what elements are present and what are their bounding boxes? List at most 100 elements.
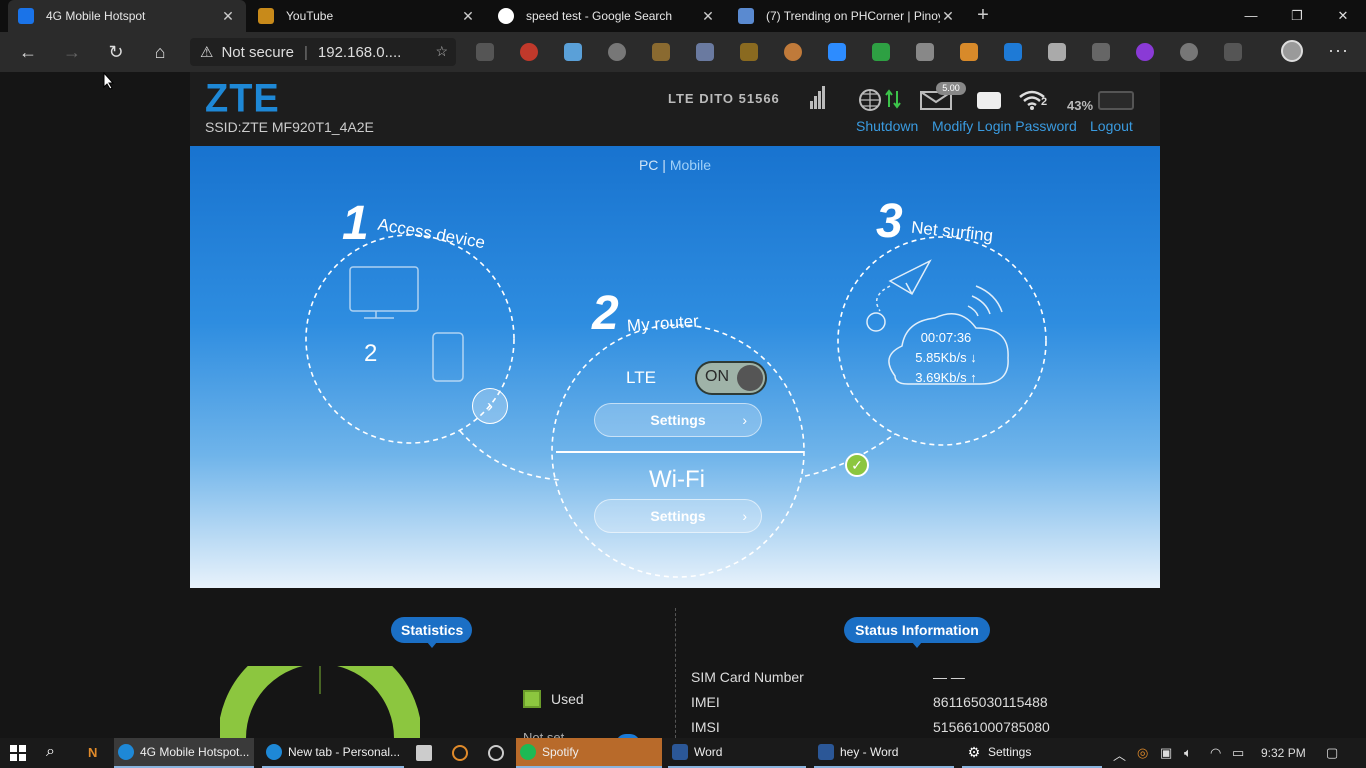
modify-login-password-link[interactable]: Modify Login Password bbox=[932, 118, 1077, 134]
taskbar-label: Spotify bbox=[542, 745, 579, 759]
tab-4g-mobile-hotspot[interactable]: 4G Mobile Hotspot ✕ bbox=[8, 0, 246, 32]
refresh-icon[interactable]: ↻ bbox=[104, 40, 128, 64]
shutdown-link[interactable]: Shutdown bbox=[856, 118, 918, 134]
tab-title: 4G Mobile Hotspot bbox=[46, 9, 146, 23]
taskbar-label: 4G Mobile Hotspot... bbox=[140, 745, 250, 759]
restore-icon[interactable]: ❐ bbox=[1274, 0, 1320, 32]
tab-title: (7) Trending on PHCorner | Pinoy bbox=[766, 9, 940, 23]
security-status: Not secure bbox=[221, 43, 294, 61]
owl-extension-icon[interactable] bbox=[608, 43, 626, 61]
profile-avatar[interactable] bbox=[1281, 40, 1303, 62]
close-window-icon[interactable]: ✕ bbox=[1320, 0, 1366, 32]
volume-icon[interactable]: 🔈︎ bbox=[1184, 745, 1192, 761]
taskbar-label: Settings bbox=[988, 745, 1032, 759]
taskbar-item-settings[interactable]: ⚙ Settings bbox=[962, 738, 1102, 768]
close-tab-icon[interactable]: ✕ bbox=[460, 8, 476, 25]
taskbar-item-word[interactable]: Word bbox=[668, 738, 806, 768]
taskbar-item-4g-mobile-hotspot[interactable]: 4G Mobile Hotspot... bbox=[114, 738, 254, 768]
step-net-surfing: 3 Net surfing bbox=[876, 194, 995, 249]
tab-speed-test[interactable]: speed test - Google Search ✕ bbox=[488, 0, 726, 32]
gear-extension-icon[interactable] bbox=[1180, 43, 1198, 61]
router-settings-button[interactable]: Settings › bbox=[594, 403, 762, 437]
imsi-value: 515661000785080 bbox=[933, 719, 1050, 735]
app-circle-icon[interactable] bbox=[452, 745, 468, 761]
used-legend-label: Used bbox=[551, 691, 584, 707]
save-extension-icon[interactable] bbox=[960, 43, 978, 61]
home-icon[interactable]: ⌂ bbox=[148, 40, 172, 64]
downloader-extension-icon[interactable] bbox=[1004, 43, 1022, 61]
tab-youtube[interactable]: YouTube ✕ bbox=[248, 0, 486, 32]
screen-icon[interactable]: ▣ bbox=[1160, 745, 1172, 761]
taskbar-item-new-tab[interactable]: New tab - Personal... bbox=[262, 738, 404, 768]
windows-start-icon[interactable] bbox=[10, 745, 26, 761]
wifi-client-count: 2 bbox=[1041, 96, 1048, 108]
cookie-extension-icon[interactable] bbox=[652, 43, 670, 61]
taskbar-label: Word bbox=[694, 745, 723, 759]
battery-tray-icon[interactable]: ▭ bbox=[1232, 745, 1244, 761]
tray-app-icon[interactable]: ◎ bbox=[1137, 745, 1148, 761]
taskbar-label: hey - Word bbox=[840, 745, 899, 759]
access-device-arrow-button[interactable]: › bbox=[472, 388, 508, 424]
windows-taskbar: ⌕ N 4G Mobile Hotspot... New tab - Perso… bbox=[0, 738, 1366, 768]
toggle-state: ON bbox=[705, 368, 729, 385]
toggle-knob bbox=[737, 365, 763, 391]
connected-time: 00:07:36 bbox=[920, 330, 972, 345]
logout-link[interactable]: Logout bbox=[1090, 118, 1133, 134]
mouse-cursor-icon bbox=[103, 72, 115, 90]
adblock-extension-icon[interactable] bbox=[520, 43, 538, 61]
step-my-router: 2 My router bbox=[592, 286, 699, 341]
step-title: Access device bbox=[376, 214, 487, 253]
screenshot-extension-icon[interactable] bbox=[564, 43, 582, 61]
wifi-settings-button[interactable]: Settings › bbox=[594, 499, 762, 533]
address-bar[interactable]: ⚠ Not secure | 192.168.0.... ☆ bbox=[190, 38, 456, 66]
notification-center-icon[interactable]: ▢ bbox=[1326, 745, 1338, 761]
puzzle-extension-icon[interactable] bbox=[696, 43, 714, 61]
extensions-icon[interactable] bbox=[1224, 43, 1242, 61]
zoom-extension-icon[interactable] bbox=[828, 43, 846, 61]
emoji-extension-icon[interactable] bbox=[784, 43, 802, 61]
taskbar-item-spotify[interactable]: Spotify bbox=[516, 738, 662, 768]
tab-title: speed test - Google Search bbox=[526, 9, 673, 23]
clock-time[interactable]: 9:32 PM bbox=[1261, 746, 1306, 760]
pen-extension-icon[interactable] bbox=[476, 43, 494, 61]
app-ring-icon[interactable] bbox=[488, 745, 504, 761]
ssid-label: SSID:ZTE MF920T1_4A2E bbox=[205, 119, 374, 135]
close-tab-icon[interactable]: ✕ bbox=[220, 8, 236, 25]
close-tab-icon[interactable]: ✕ bbox=[700, 8, 716, 25]
shield-extension-icon[interactable] bbox=[872, 43, 890, 61]
taskbar-item-hey-word[interactable]: hey - Word bbox=[814, 738, 954, 768]
step-number: 1 bbox=[342, 197, 369, 250]
lte-toggle[interactable]: ON bbox=[695, 361, 767, 395]
app-n-icon[interactable]: N bbox=[88, 745, 98, 761]
edge-icon bbox=[118, 744, 134, 760]
search-icon[interactable]: ⌕ bbox=[46, 743, 55, 761]
new-tab-icon[interactable]: + bbox=[972, 5, 994, 27]
close-tab-icon[interactable]: ✕ bbox=[940, 8, 956, 25]
imei-value: 861165030115488 bbox=[933, 694, 1048, 710]
router-header: ZTE SSID:ZTE MF920T1_4A2E LTE DITO 51566… bbox=[190, 72, 1160, 146]
step-access-device: 1 Access device bbox=[342, 196, 487, 253]
network-wifi-icon[interactable]: ◠ bbox=[1210, 745, 1221, 761]
browser-tab-strip: 4G Mobile Hotspot ✕ YouTube ✕ speed test… bbox=[0, 0, 1366, 32]
more-menu-icon[interactable]: ··· bbox=[1328, 40, 1349, 61]
youtube-favicon-icon bbox=[258, 8, 274, 24]
chevron-up-icon[interactable]: ︿ bbox=[1113, 745, 1126, 764]
download-extension-icon[interactable] bbox=[916, 43, 934, 61]
step-title: Net surfing bbox=[910, 217, 995, 246]
back-icon[interactable]: ← bbox=[16, 40, 40, 64]
spotify-icon bbox=[520, 744, 536, 760]
access-device-count[interactable]: 2 bbox=[364, 340, 377, 368]
forward-icon[interactable]: → bbox=[60, 40, 84, 64]
lte-label: LTE bbox=[626, 368, 656, 387]
tab-phcorner[interactable]: (7) Trending on PHCorner | Pinoy ✕ bbox=[728, 0, 966, 32]
router-overview-panel: PC | Mobile 1 Access device 2 › 2 My rou… bbox=[190, 146, 1160, 588]
add-favorite-icon[interactable]: ☆ bbox=[435, 43, 448, 60]
arrow-down-extension-icon[interactable] bbox=[1092, 43, 1110, 61]
purple-extension-icon[interactable] bbox=[1136, 43, 1154, 61]
minimize-icon[interactable]: — bbox=[1228, 0, 1274, 32]
store-icon[interactable] bbox=[416, 745, 432, 761]
privacy-extension-icon[interactable] bbox=[1048, 43, 1066, 61]
step-number: 2 bbox=[592, 287, 619, 340]
network-operator: LTE DITO 51566 bbox=[668, 91, 780, 106]
tool-extension-icon[interactable] bbox=[740, 43, 758, 61]
